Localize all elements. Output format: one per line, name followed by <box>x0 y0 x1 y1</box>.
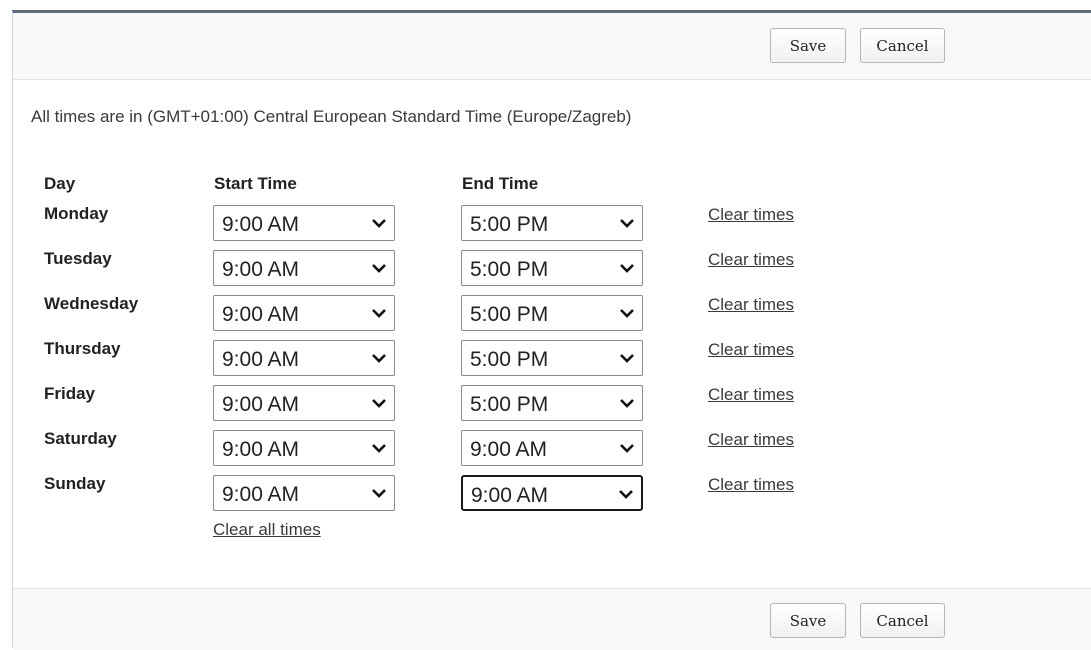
start-time-select[interactable]: 9:00 AM <box>213 340 395 376</box>
start-time-select[interactable]: 9:00 AM <box>213 385 395 421</box>
column-header-day: Day <box>44 174 76 193</box>
day-row-thursday: Thursday 9:00 AM 5:00 PM Clear times <box>13 339 913 379</box>
bottom-button-bar: Save Cancel <box>13 588 1091 650</box>
day-row-sunday: Sunday 9:00 AM 9:00 AM Clear times <box>13 474 913 514</box>
end-time-value: 5:00 PM <box>470 258 549 281</box>
chevron-down-icon <box>620 219 634 228</box>
day-label: Tuesday <box>44 249 112 268</box>
cancel-button[interactable]: Cancel <box>860 603 945 638</box>
clear-all-times-link[interactable]: Clear all times <box>213 520 321 540</box>
clear-times-link[interactable]: Clear times <box>708 250 794 270</box>
end-time-value: 5:00 PM <box>470 213 549 236</box>
day-label: Monday <box>44 204 109 223</box>
start-time-select[interactable]: 9:00 AM <box>213 250 395 286</box>
chevron-down-icon <box>619 490 633 499</box>
start-time-select[interactable]: 9:00 AM <box>213 205 395 241</box>
end-time-value: 9:00 AM <box>471 484 549 507</box>
column-header-start-time: Start Time <box>214 174 297 193</box>
chevron-down-icon <box>372 399 386 408</box>
chevron-down-icon <box>372 354 386 363</box>
cancel-button[interactable]: Cancel <box>860 28 945 63</box>
clear-times-link[interactable]: Clear times <box>708 430 794 450</box>
clear-times-link[interactable]: Clear times <box>708 475 794 495</box>
day-row-wednesday: Wednesday 9:00 AM 5:00 PM Clear times <box>13 294 913 334</box>
chevron-down-icon <box>620 354 634 363</box>
end-time-value: 5:00 PM <box>470 393 549 416</box>
start-time-select[interactable]: 9:00 AM <box>213 430 395 466</box>
end-time-select[interactable]: 5:00 PM <box>461 340 643 376</box>
save-button[interactable]: Save <box>770 603 846 638</box>
top-button-bar: Save Cancel <box>13 13 1091 80</box>
chevron-down-icon <box>372 219 386 228</box>
end-time-value: 5:00 PM <box>470 348 549 371</box>
chevron-down-icon <box>620 309 634 318</box>
clear-times-link[interactable]: Clear times <box>708 295 794 315</box>
end-time-value: 5:00 PM <box>470 303 549 326</box>
day-row-tuesday: Tuesday 9:00 AM 5:00 PM Clear times <box>13 249 913 289</box>
day-label: Wednesday <box>44 294 139 313</box>
start-time-value: 9:00 AM <box>222 438 300 461</box>
clear-times-link[interactable]: Clear times <box>708 340 794 360</box>
save-button[interactable]: Save <box>770 28 846 63</box>
start-time-value: 9:00 AM <box>222 258 300 281</box>
day-row-saturday: Saturday 9:00 AM 9:00 AM Clear times <box>13 429 913 469</box>
chevron-down-icon <box>372 264 386 273</box>
day-row-friday: Friday 9:00 AM 5:00 PM Clear times <box>13 384 913 424</box>
end-time-select[interactable]: 5:00 PM <box>461 385 643 421</box>
chevron-down-icon <box>620 399 634 408</box>
end-time-value: 9:00 AM <box>470 438 548 461</box>
day-label: Sunday <box>44 474 106 493</box>
start-time-value: 9:00 AM <box>222 303 300 326</box>
start-time-select[interactable]: 9:00 AM <box>213 475 395 511</box>
start-time-value: 9:00 AM <box>222 393 300 416</box>
chevron-down-icon <box>620 444 634 453</box>
chevron-down-icon <box>372 489 386 498</box>
chevron-down-icon <box>372 444 386 453</box>
start-time-value: 9:00 AM <box>222 348 300 371</box>
chevron-down-icon <box>620 264 634 273</box>
day-label: Friday <box>44 384 96 403</box>
start-time-value: 9:00 AM <box>222 213 300 236</box>
end-time-select[interactable]: 5:00 PM <box>461 250 643 286</box>
end-time-select[interactable]: 5:00 PM <box>461 295 643 331</box>
clear-times-link[interactable]: Clear times <box>708 385 794 405</box>
start-time-value: 9:00 AM <box>222 483 300 506</box>
end-time-select[interactable]: 9:00 AM <box>461 430 643 466</box>
day-label: Thursday <box>44 339 121 358</box>
business-hours-panel: Save Cancel All times are in (GMT+01:00)… <box>12 10 1091 650</box>
column-header-end-time: End Time <box>462 174 539 193</box>
start-time-select[interactable]: 9:00 AM <box>213 295 395 331</box>
chevron-down-icon <box>372 309 386 318</box>
end-time-select-focused[interactable]: 9:00 AM <box>461 475 643 511</box>
clear-times-link[interactable]: Clear times <box>708 205 794 225</box>
end-time-select[interactable]: 5:00 PM <box>461 205 643 241</box>
day-row-monday: Monday 9:00 AM 5:00 PM Clear times <box>13 204 913 244</box>
day-label: Saturday <box>44 429 117 448</box>
timezone-note: All times are in (GMT+01:00) Central Eur… <box>31 107 632 126</box>
